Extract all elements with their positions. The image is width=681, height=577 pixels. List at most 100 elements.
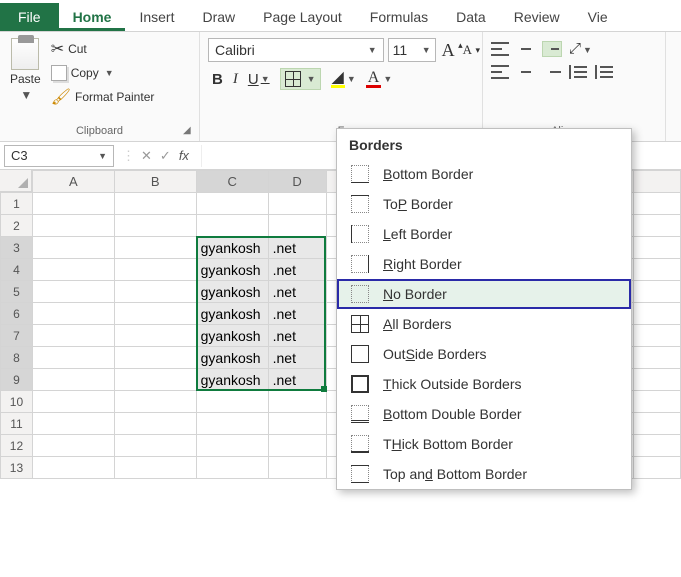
underline-button[interactable]: U▼ (248, 71, 270, 88)
border-menu-item[interactable]: Bottom Border (337, 159, 631, 189)
cell[interactable] (196, 435, 268, 457)
cell[interactable] (32, 391, 114, 413)
cell[interactable] (634, 413, 681, 435)
cell[interactable] (114, 369, 196, 391)
chevron-down-icon[interactable]: ▼ (368, 45, 377, 55)
enter-formula-icon[interactable]: ✓ (160, 148, 171, 164)
cell[interactable] (268, 215, 326, 237)
cell[interactable] (114, 303, 196, 325)
border-menu-item[interactable]: No Border (337, 279, 631, 309)
tab-formulas[interactable]: Formulas (356, 3, 442, 31)
decrease-font-button[interactable]: A (461, 42, 474, 58)
cell[interactable] (268, 457, 326, 479)
row-header[interactable]: 12 (1, 435, 33, 457)
chevron-down-icon[interactable]: ▼ (105, 68, 114, 78)
cell[interactable] (114, 193, 196, 215)
row-header[interactable]: 5 (1, 281, 33, 303)
chevron-down-icon[interactable]: ▼ (347, 74, 356, 84)
cell[interactable] (32, 347, 114, 369)
row-header[interactable]: 9 (1, 369, 33, 391)
border-menu-item[interactable]: THick Bottom Border (337, 429, 631, 459)
paste-button[interactable]: Paste ▼ (6, 36, 45, 104)
chevron-down-icon[interactable]: ▼ (98, 151, 107, 161)
cell[interactable] (634, 215, 681, 237)
row-header[interactable]: 2 (1, 215, 33, 237)
row-header[interactable]: 10 (1, 391, 33, 413)
cell[interactable] (114, 391, 196, 413)
align-top-button[interactable] (491, 42, 509, 56)
fill-color-button[interactable]: ◢ ▼ (331, 71, 356, 88)
row-header[interactable]: 6 (1, 303, 33, 325)
row-header[interactable]: 11 (1, 413, 33, 435)
cell[interactable] (634, 369, 681, 391)
cell[interactable] (114, 435, 196, 457)
cell[interactable]: gyankosh (196, 347, 268, 369)
chevron-down-icon[interactable]: ▼ (422, 45, 431, 55)
align-left-button[interactable] (491, 65, 509, 79)
cell[interactable] (196, 391, 268, 413)
cell[interactable] (32, 259, 114, 281)
copy-button[interactable]: Copy ▼ (49, 64, 157, 82)
col-header[interactable]: A (32, 171, 114, 193)
cancel-formula-icon[interactable]: ✕ (141, 148, 152, 164)
cell[interactable] (32, 413, 114, 435)
border-menu-item[interactable]: Right Border (337, 249, 631, 279)
cell[interactable]: .net (268, 369, 326, 391)
cell[interactable]: gyankosh (196, 281, 268, 303)
chevron-down-icon[interactable]: ▼ (383, 74, 392, 84)
align-middle-button[interactable] (517, 42, 535, 56)
cell[interactable] (634, 435, 681, 457)
cell[interactable] (268, 413, 326, 435)
row-header[interactable]: 4 (1, 259, 33, 281)
cell[interactable]: .net (268, 325, 326, 347)
fx-icon[interactable]: fx (179, 148, 189, 164)
cell[interactable]: gyankosh (196, 369, 268, 391)
increase-indent-button[interactable] (595, 65, 613, 79)
cell[interactable] (114, 237, 196, 259)
cell[interactable]: .net (268, 237, 326, 259)
border-menu-item[interactable]: Bottom Double Border (337, 399, 631, 429)
cell[interactable] (32, 215, 114, 237)
cell[interactable]: gyankosh (196, 259, 268, 281)
cell[interactable] (32, 303, 114, 325)
cell[interactable]: .net (268, 303, 326, 325)
align-right-button[interactable] (543, 65, 561, 79)
select-all-button[interactable] (0, 170, 32, 192)
border-menu-item[interactable]: All Borders (337, 309, 631, 339)
tab-insert[interactable]: Insert (125, 3, 188, 31)
cell[interactable] (634, 325, 681, 347)
row-header[interactable]: 1 (1, 193, 33, 215)
chevron-down-icon[interactable]: ▼ (307, 74, 316, 84)
cell[interactable] (268, 193, 326, 215)
cell[interactable] (634, 303, 681, 325)
italic-button[interactable]: I (233, 71, 238, 88)
cell[interactable] (32, 281, 114, 303)
col-header[interactable]: B (114, 171, 196, 193)
font-size-select[interactable]: 11 ▼ (388, 38, 436, 62)
cell[interactable] (114, 457, 196, 479)
chevron-down-icon[interactable]: ▼ (20, 88, 32, 102)
decrease-indent-button[interactable] (569, 65, 587, 79)
chevron-down-icon[interactable]: ▼ (261, 74, 270, 84)
border-menu-item[interactable]: Thick Outside Borders (337, 369, 631, 399)
cell[interactable] (32, 237, 114, 259)
row-header[interactable]: 3 (1, 237, 33, 259)
cell[interactable]: gyankosh (196, 303, 268, 325)
name-box[interactable]: C3 ▼ (4, 145, 114, 167)
cell[interactable] (634, 193, 681, 215)
orientation-button[interactable]: ⤢▼ (569, 40, 592, 57)
cell[interactable] (196, 413, 268, 435)
tab-data[interactable]: Data (442, 3, 500, 31)
cell[interactable] (196, 215, 268, 237)
border-menu-item[interactable]: Top and Bottom Border (337, 459, 631, 489)
dialog-launcher-icon[interactable]: ◢ (183, 125, 195, 137)
font-name-select[interactable]: Calibri ▼ (208, 38, 384, 62)
cell[interactable] (32, 369, 114, 391)
cell[interactable] (114, 259, 196, 281)
cell[interactable] (634, 237, 681, 259)
cell[interactable]: .net (268, 259, 326, 281)
cell[interactable] (634, 281, 681, 303)
cell[interactable] (32, 457, 114, 479)
tab-view[interactable]: Vie (574, 3, 622, 31)
cell[interactable] (114, 215, 196, 237)
